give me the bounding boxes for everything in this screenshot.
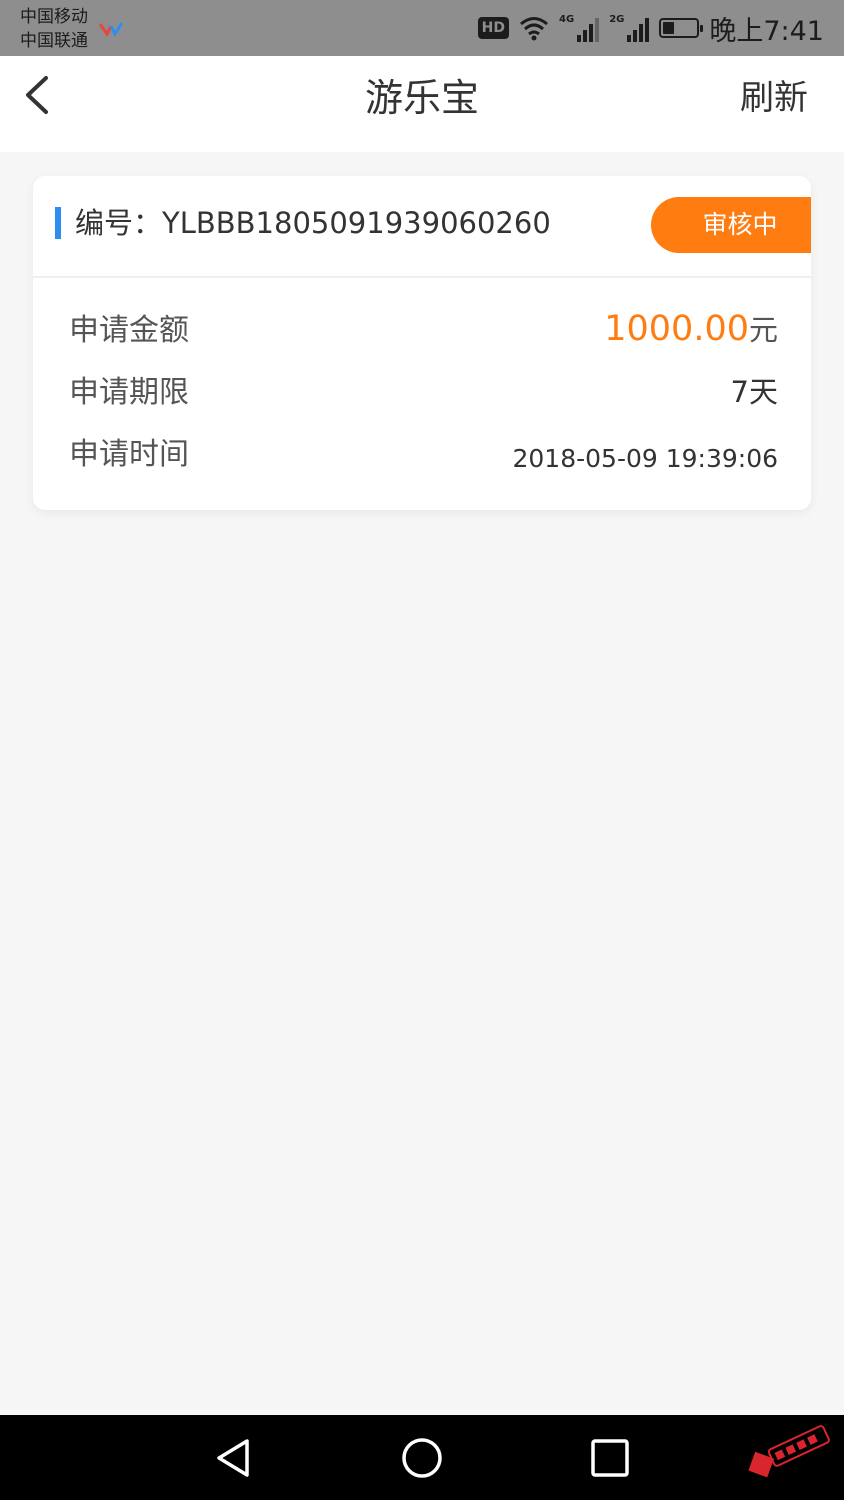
carrier-1: 中国移动 <box>20 7 88 27</box>
order-number: 编号：YLBBB1805091939060260 <box>75 206 551 240</box>
amount-value: 1000.00元 <box>604 307 778 349</box>
refresh-button[interactable]: 刷新 <box>740 74 808 122</box>
circle-home-icon[interactable] <box>399 1435 445 1481</box>
signal-2g-icon: 2G <box>609 14 650 42</box>
status-icons: HD 4G 2G 晚上7:41 <box>477 10 824 47</box>
application-card[interactable]: 编号：YLBBB1805091939060260 审核中 申请金额 1000.0… <box>33 176 811 510</box>
header-bar: 游乐宝 刷新 <box>0 56 844 152</box>
triangle-back-icon[interactable] <box>211 1435 257 1481</box>
card-header: 编号：YLBBB1805091939060260 审核中 <box>33 176 811 278</box>
signal-4g-icon: 4G <box>559 14 600 42</box>
term-label: 申请期限 <box>69 375 189 410</box>
status-bar: 中国移动 中国联通 HD 4G 2G 晚上7:41 <box>0 0 844 56</box>
net-type-1: 4G <box>559 14 575 25</box>
amount-unit: 元 <box>748 313 778 347</box>
row-term: 申请期限 7天 <box>69 367 778 415</box>
amount-label: 申请金额 <box>69 313 189 348</box>
time-label: 申请时间 <box>69 437 189 472</box>
watermark-logo-icon <box>748 1425 830 1478</box>
wifi-icon <box>520 17 548 41</box>
battery-level <box>663 22 675 34</box>
accent-bar <box>55 207 61 239</box>
clock: 晚上7:41 <box>709 15 824 47</box>
battery-icon <box>659 18 704 38</box>
amount-number: 1000.00 <box>604 309 749 349</box>
net-type-2: 2G <box>609 14 625 25</box>
volte-icon <box>98 22 124 38</box>
row-time: 申请时间 2018-05-09 19:39:06 <box>69 429 778 477</box>
carrier-2: 中国联通 <box>20 31 88 51</box>
term-value: 7天 <box>730 375 778 409</box>
square-recents-icon[interactable] <box>587 1435 633 1481</box>
row-amount: 申请金额 1000.00元 <box>69 305 778 353</box>
hd-icon: HD <box>477 17 510 39</box>
carrier-info: 中国移动 中国联通 <box>20 5 88 53</box>
page-title: 游乐宝 <box>364 76 479 120</box>
status-badge: 审核中 <box>651 197 811 253</box>
time-value: 2018-05-09 19:39:06 <box>512 444 778 473</box>
system-navigation-bar <box>0 1415 844 1500</box>
